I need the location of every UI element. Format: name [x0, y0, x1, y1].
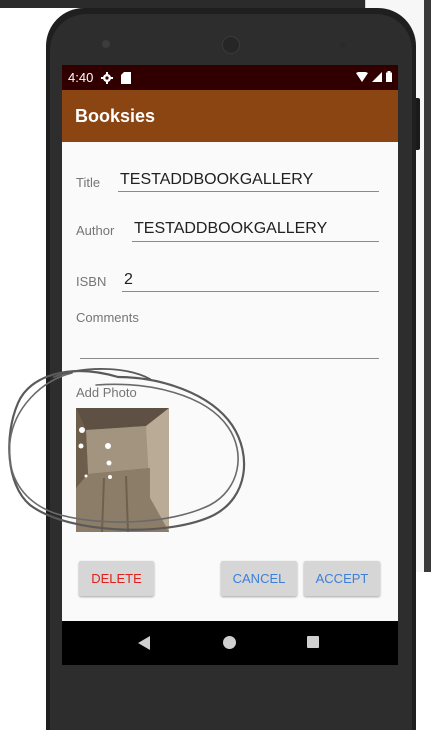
- author-label: Author: [76, 223, 115, 238]
- isbn-underline: [122, 291, 379, 292]
- proximity-sensor-icon: [340, 42, 346, 48]
- status-bar: 4:40: [62, 65, 398, 90]
- back-icon[interactable]: [138, 636, 150, 650]
- title-underline: [118, 191, 379, 192]
- title-field[interactable]: TESTADDBOOKGALLERY: [120, 171, 313, 189]
- home-icon[interactable]: [223, 636, 236, 649]
- wifi-icon: [356, 71, 368, 82]
- phone-side-button[interactable]: [416, 98, 420, 150]
- earpiece-icon: [222, 36, 240, 54]
- background-strip: [0, 0, 365, 8]
- comments-underline: [80, 358, 379, 359]
- signal-icon: [372, 71, 382, 82]
- navigation-bar: [62, 621, 398, 665]
- author-underline: [132, 241, 379, 242]
- author-field[interactable]: TESTADDBOOKGALLERY: [134, 220, 327, 238]
- battery-icon: [386, 71, 392, 82]
- accept-button[interactable]: ACCEPT: [304, 561, 380, 596]
- delete-button[interactable]: DELETE: [79, 561, 154, 596]
- title-label: Title: [76, 175, 101, 190]
- photo-thumbnail[interactable]: [76, 408, 169, 532]
- front-camera-icon: [102, 40, 110, 48]
- app-bar: Booksies: [62, 90, 398, 142]
- add-photo-label: Add Photo: [76, 385, 137, 400]
- app-title: Booksies: [75, 106, 156, 126]
- cancel-button[interactable]: CANCEL: [221, 561, 297, 596]
- isbn-field[interactable]: 2: [124, 271, 133, 289]
- ide-scrollbar: [424, 0, 431, 572]
- sd-card-icon: [121, 71, 132, 84]
- comments-label: Comments: [76, 310, 139, 325]
- recents-icon[interactable]: [307, 636, 319, 648]
- device-screen: 4:40 Booksies Title TESTADDBOOKGALLERY A…: [62, 65, 398, 665]
- isbn-label: ISBN: [76, 274, 107, 289]
- status-time: 4:40: [68, 70, 94, 85]
- settings-gear-icon: [101, 71, 114, 84]
